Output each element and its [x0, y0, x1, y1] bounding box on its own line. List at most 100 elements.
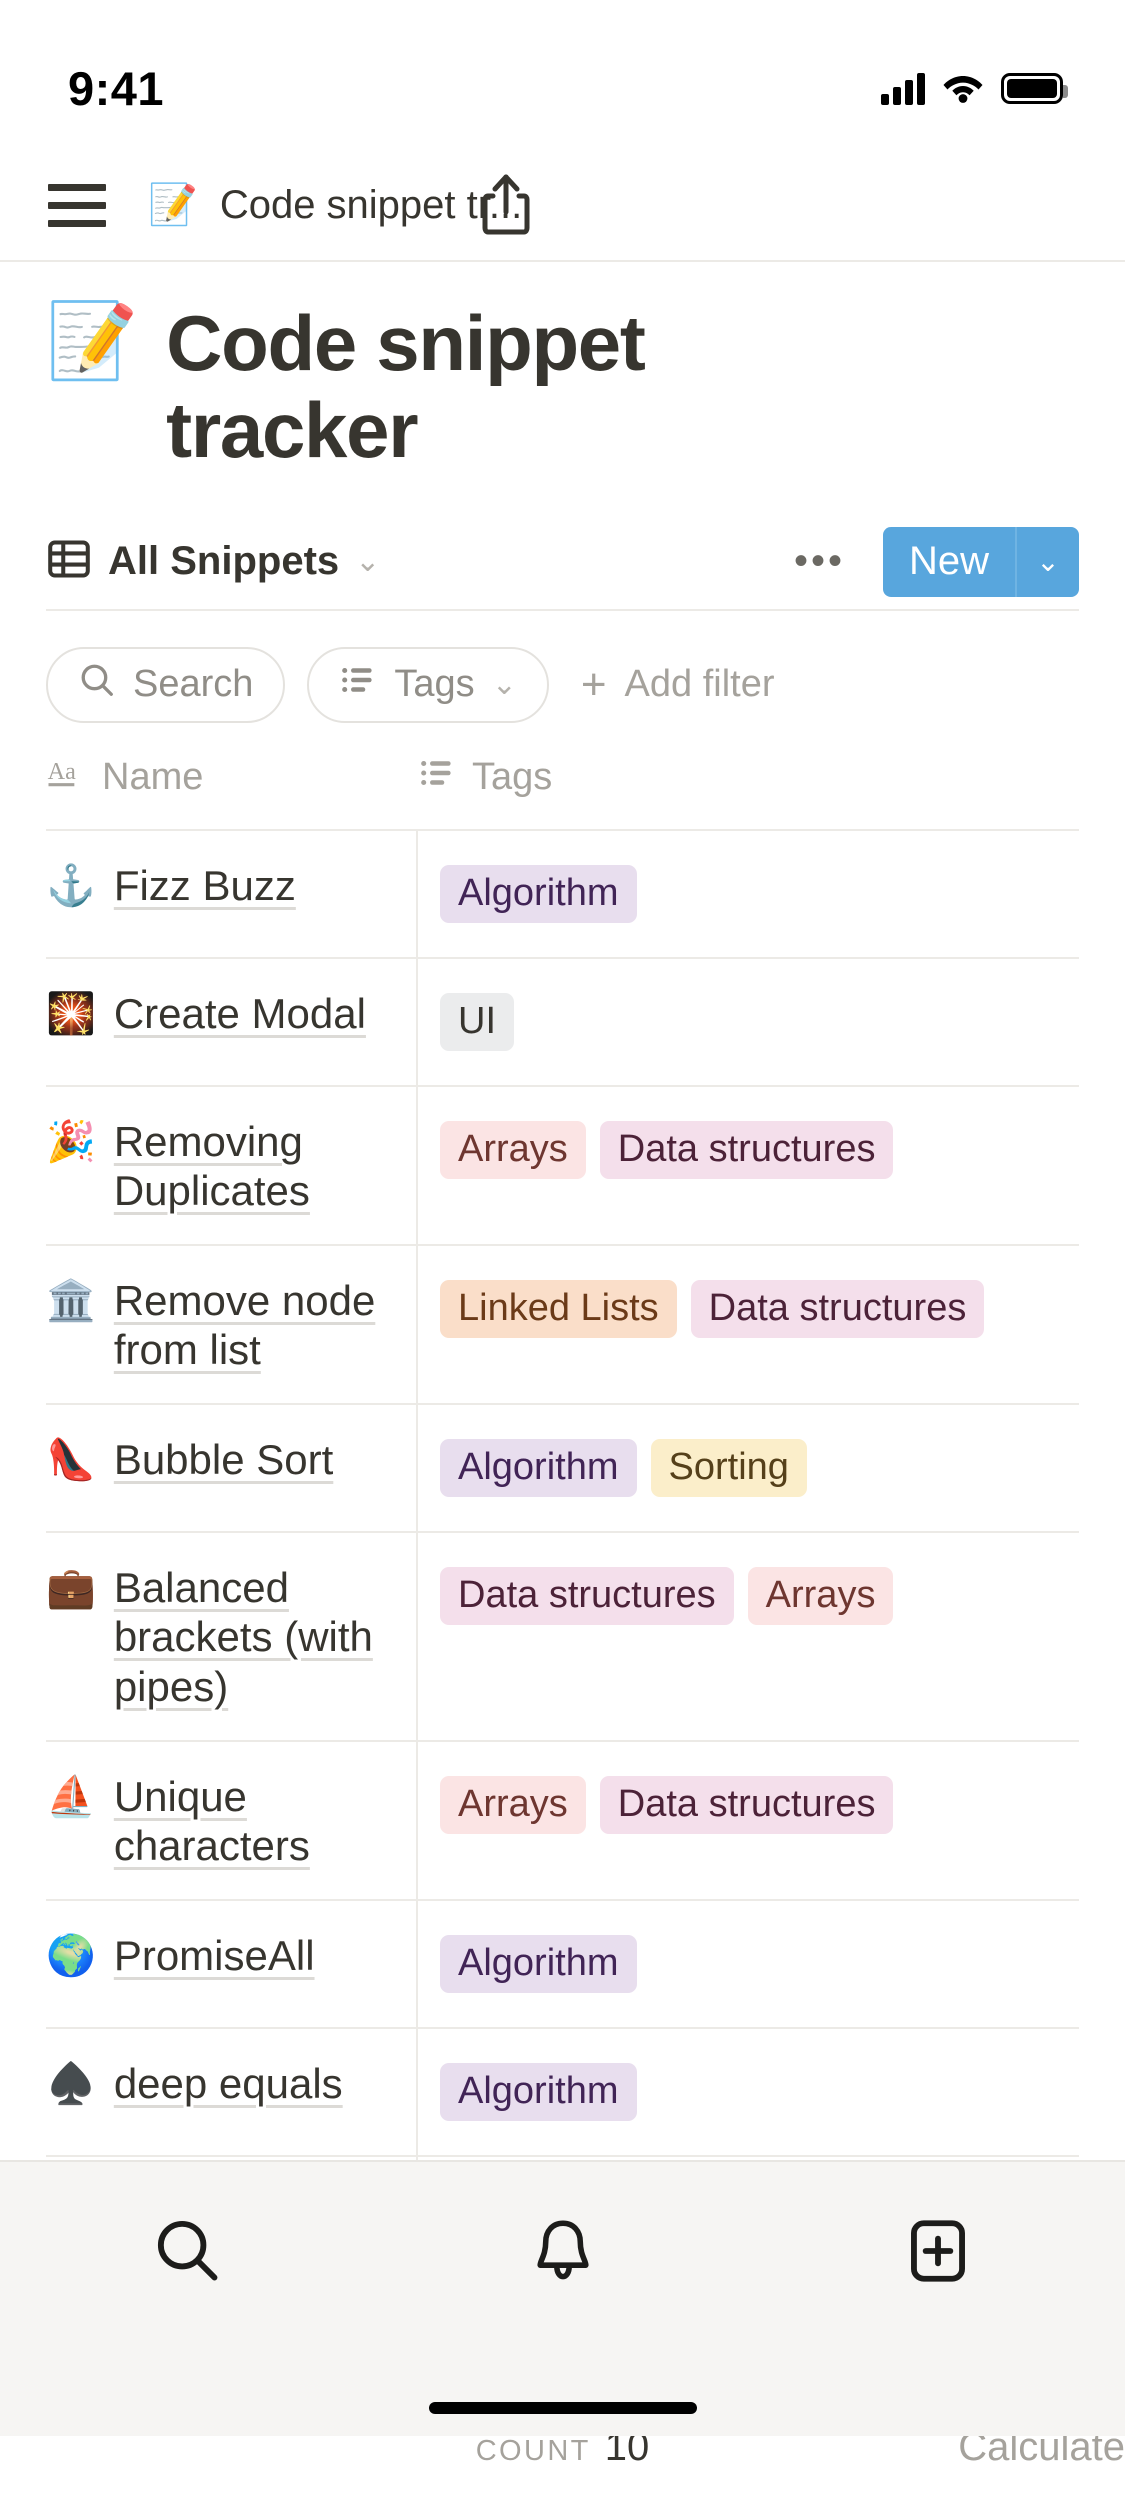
row-tags-cell[interactable]: Algorithm [418, 2029, 1079, 2155]
new-page-icon [901, 2214, 975, 2293]
row-emoji-icon: ⚓ [46, 861, 96, 909]
row-title[interactable]: Unique characters [114, 1772, 396, 1871]
navigation-bar: 📝 Code snippet tr... [0, 150, 1125, 262]
tag-chip: Linked Lists [440, 1280, 677, 1338]
row-emoji-icon: 🌍 [46, 1931, 96, 1979]
column-header-name[interactable]: Aa Name [46, 753, 418, 803]
row-title[interactable]: Removing Duplicates [114, 1117, 396, 1216]
search-tab[interactable] [0, 2214, 375, 2293]
tag-chip: Arrays [748, 1567, 894, 1625]
wifi-icon [942, 72, 984, 104]
table-header-row: Aa Name Tags [46, 753, 1079, 829]
chevron-down-icon: ⌄ [355, 547, 380, 577]
tag-chip: UI [440, 993, 514, 1051]
more-options-icon[interactable]: ••• [780, 539, 859, 584]
status-bar: 9:41 [0, 0, 1125, 150]
chevron-down-icon: ⌄ [492, 670, 517, 700]
table-row[interactable]: 💼Balanced brackets (with pipes)Data stru… [46, 1531, 1079, 1740]
row-tags-cell[interactable]: Algorithm [418, 1901, 1079, 2027]
tag-chip: Sorting [651, 1439, 807, 1497]
home-indicator [429, 2402, 697, 2414]
row-tags-cell[interactable]: UI [418, 959, 1079, 1085]
plus-icon: + [581, 663, 607, 707]
share-icon[interactable] [480, 174, 532, 236]
table-row[interactable]: 🏛️ Remove node from listLinked ListsData … [46, 1244, 1079, 1403]
page-title[interactable]: Code snippet tracker [166, 300, 726, 475]
row-name-cell[interactable]: ⚓ Fizz Buzz [46, 831, 418, 957]
row-emoji-icon: ♠️ [46, 2059, 96, 2107]
new-button[interactable]: New [883, 527, 1015, 597]
row-tags-cell[interactable]: Linked ListsData structures [418, 1246, 1079, 1403]
row-emoji-icon: 💼 [46, 1563, 96, 1611]
column-header-tags[interactable]: Tags [418, 753, 552, 803]
table-row[interactable]: 🎉Removing DuplicatesArraysData structure… [46, 1085, 1079, 1244]
status-bar-time: 9:41 [68, 61, 164, 116]
row-title[interactable]: PromiseAll [114, 1931, 315, 1981]
bell-icon [526, 2214, 600, 2293]
multi-select-icon [418, 754, 456, 802]
filter-row: Search Tags ⌄ + Add filter [46, 611, 1079, 753]
tag-chip: Algorithm [440, 1935, 637, 1993]
add-filter-label: Add filter [625, 663, 775, 706]
row-title[interactable]: Bubble Sort [114, 1435, 333, 1485]
row-title[interactable]: Remove node from list [114, 1276, 396, 1375]
search-input[interactable]: Search [46, 647, 285, 723]
column-header-name-label: Name [102, 756, 203, 799]
row-name-cell[interactable]: 🎉Removing Duplicates [46, 1087, 418, 1244]
tag-chip: Arrays [440, 1121, 586, 1179]
table-row[interactable]: ♠️ deep equals Algorithm [46, 2027, 1079, 2155]
hamburger-menu-icon[interactable] [48, 184, 106, 227]
new-page-tab[interactable] [750, 2214, 1125, 2293]
row-name-cell[interactable]: 👠 Bubble Sort [46, 1405, 418, 1531]
row-name-cell[interactable]: 🌍 PromiseAll [46, 1901, 418, 2027]
row-title[interactable]: Balanced brackets (with pipes) [114, 1563, 396, 1712]
row-name-cell[interactable]: ♠️ deep equals [46, 2029, 418, 2155]
column-header-tags-label: Tags [472, 756, 552, 799]
table-body: ⚓ Fizz Buzz Algorithm 🎇 Create Modal UI 🎉Remov… [46, 829, 1079, 2283]
table-row[interactable]: ⛵Unique charactersArraysData structures [46, 1740, 1079, 1899]
view-selector[interactable]: All Snippets ⌄ [46, 536, 380, 587]
table-view-icon [46, 536, 92, 587]
table-row[interactable]: 🎇 Create Modal UI [46, 957, 1079, 1085]
row-name-cell[interactable]: 🏛️ Remove node from list [46, 1246, 418, 1403]
new-dropdown-icon[interactable]: ⌄ [1015, 527, 1079, 597]
search-icon [151, 2214, 225, 2293]
nav-page-reference[interactable]: 📝 Code snippet tr... [148, 183, 522, 228]
tags-filter-label: Tags [394, 663, 474, 706]
row-title[interactable]: Fizz Buzz [114, 861, 296, 911]
row-emoji-icon: 🎇 [46, 989, 96, 1037]
row-title[interactable]: deep equals [114, 2059, 343, 2109]
row-emoji-icon: 👠 [46, 1435, 96, 1483]
row-tags-cell[interactable]: AlgorithmSorting [418, 1405, 1079, 1531]
add-filter-button[interactable]: + Add filter [581, 663, 775, 707]
page-icon-emoji[interactable]: 📝 [46, 300, 138, 383]
view-bar-actions: ••• New ⌄ [780, 527, 1079, 597]
table-row[interactable]: 👠 Bubble Sort AlgorithmSorting [46, 1403, 1079, 1531]
row-emoji-icon: 🏛️ [46, 1276, 96, 1324]
tags-filter[interactable]: Tags ⌄ [307, 647, 548, 723]
tag-chip: Data structures [600, 1776, 894, 1834]
svg-text:Aa: Aa [48, 758, 76, 785]
notifications-tab[interactable] [375, 2214, 750, 2293]
row-name-cell[interactable]: 🎇 Create Modal [46, 959, 418, 1085]
tag-chip: Arrays [440, 1776, 586, 1834]
row-tags-cell[interactable]: ArraysData structures [418, 1742, 1079, 1899]
table-row[interactable]: 🌍 PromiseAll Algorithm [46, 1899, 1079, 2027]
new-button-group: New ⌄ [883, 527, 1079, 597]
row-name-cell[interactable]: 💼 Balanced brackets (with pipes) [46, 1533, 418, 1740]
tag-chip: Data structures [440, 1567, 734, 1625]
row-tags-cell[interactable]: Algorithm [418, 831, 1079, 957]
page-emoji-icon: 📝 [148, 185, 198, 225]
nav-title: Code snippet tr... [220, 183, 522, 228]
list-icon [339, 661, 377, 709]
tag-chip: Data structures [600, 1121, 894, 1179]
row-tags-cell[interactable]: ArraysData structures [418, 1087, 1079, 1244]
table-row[interactable]: ⚓ Fizz Buzz Algorithm [46, 829, 1079, 957]
text-type-icon: Aa [46, 753, 86, 803]
count-label: COUNT [476, 2435, 591, 2468]
row-title[interactable]: Create Modal [114, 989, 366, 1039]
row-emoji-icon: ⛵ [46, 1772, 96, 1820]
view-bar: All Snippets ⌄ ••• New ⌄ [46, 515, 1079, 611]
row-name-cell[interactable]: ⛵ Unique characters [46, 1742, 418, 1899]
row-tags-cell[interactable]: Data structuresArrays [418, 1533, 1079, 1740]
